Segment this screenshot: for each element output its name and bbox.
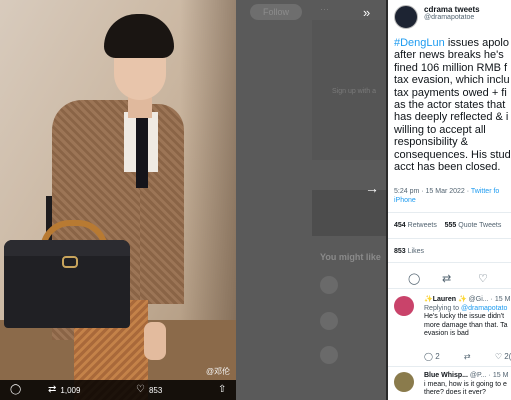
bg-person-avatar	[320, 276, 338, 294]
bg-signup-text: Sign up with a	[332, 88, 376, 95]
tweet-text: #DengLun issues apolo after news breaks …	[394, 37, 511, 173]
reply-author-handle[interactable]: @P... · 15 M	[470, 372, 509, 379]
quotes-label: Quote Tweets	[458, 222, 502, 229]
retweets-label: Retweets	[407, 222, 437, 229]
media-retweet-button[interactable]: ⇄ 1,009	[48, 385, 80, 395]
media-action-bar: ◯ ⇄ 1,009 ♡ 853 ⇧	[0, 380, 236, 400]
arrow-right-icon: →	[365, 180, 379, 196]
tweet-author[interactable]: cdrama tweets @dramapotatoe	[394, 5, 480, 29]
reply-actions: ◯ 2 ⇄ ♡ 2(	[424, 352, 511, 361]
bg-more-icon: ⋯	[320, 4, 329, 14]
retweets-count: 454	[394, 222, 406, 229]
reply-text: i mean, how is it going to e there? does…	[424, 380, 507, 397]
retweet-quote-stats: 454 Retweets 555 Quote Tweets	[394, 222, 501, 229]
bg-follow-button: Follow	[250, 4, 302, 20]
tweet-text-body: after news breaks he's fined 106 million…	[394, 49, 511, 174]
media-like-count: 853	[148, 385, 163, 395]
media-photo[interactable]: @邓伦	[0, 0, 236, 400]
divider	[388, 366, 511, 367]
reply-text: He's lucky the issue didn't more damage …	[424, 313, 508, 338]
photo-bag-flap	[4, 240, 130, 256]
reply-icon: ◯	[10, 384, 22, 395]
reply-body: Blue Whisp... @P... · 15 M i mean, how i…	[424, 372, 511, 398]
collapse-panel-button[interactable]: »	[363, 5, 370, 20]
retweet-icon: ⇄	[48, 384, 57, 395]
tweet-timestamp[interactable]: 5:24 pm · 15 Mar 2022 ·	[394, 188, 471, 195]
heart-icon[interactable]: ♡	[495, 352, 502, 361]
bg-you-might-like: You might like	[320, 252, 381, 262]
likes-count: 853	[394, 248, 406, 255]
reply-reply-count: 2	[435, 352, 440, 361]
tweet-meta: 5:24 pm · 15 Mar 2022 · Twitter fo iPhon…	[394, 187, 511, 205]
reply-avatar[interactable]	[394, 296, 414, 316]
quotes-stat[interactable]: 555 Quote Tweets	[445, 222, 502, 229]
reply-icon[interactable]: ◯	[408, 272, 420, 285]
replying-to-prefix: Replying to	[424, 304, 461, 312]
divider	[388, 238, 511, 239]
heart-icon: ♡	[136, 384, 145, 395]
photo-tie	[136, 118, 148, 188]
reply-avatar[interactable]	[394, 372, 414, 392]
background-page: Follow ⋯ Sign up with a You might like	[236, 0, 386, 400]
retweets-stat[interactable]: 454 Retweets	[394, 222, 437, 229]
divider	[388, 262, 511, 263]
photo-bag-logo	[62, 256, 78, 268]
next-image-button[interactable]: →	[362, 178, 382, 198]
tweet-source[interactable]: Twitter fo	[471, 188, 499, 195]
reply-like-count: 2(	[504, 352, 511, 361]
divider	[388, 212, 511, 213]
bg-person-avatar	[320, 312, 338, 330]
media-reply-button[interactable]: ◯	[10, 385, 21, 395]
media-like-button[interactable]: ♡ 853	[136, 385, 162, 395]
replying-to: Replying to @dramapotato	[424, 305, 507, 312]
photo-watermark: @邓伦	[206, 367, 231, 376]
replying-to-handle[interactable]: @dramapotato	[461, 305, 507, 312]
heart-icon[interactable]: ♡	[478, 272, 488, 285]
reply-author-name[interactable]: ✨Lauren ✨	[424, 296, 467, 303]
reply-author-name[interactable]: Blue Whisp...	[424, 372, 468, 379]
likes-label: Likes	[407, 248, 424, 255]
retweet-icon[interactable]: ⇄	[442, 272, 451, 285]
tweet-source-line2[interactable]: iPhone	[394, 197, 416, 204]
author-handle[interactable]: @dramapotatoe	[424, 14, 480, 21]
share-icon: ⇧	[218, 384, 227, 395]
tweet-panel: cdrama tweets @dramapotatoe #DengLun iss…	[388, 0, 511, 400]
media-share-button[interactable]: ⇧	[218, 385, 226, 395]
hashtag-link[interactable]: #DengLun	[394, 37, 445, 49]
likes-stat[interactable]: 853 Likes	[394, 248, 424, 255]
reply-body: ✨Lauren ✨ @Gi... · 15 M Replying to @dra…	[424, 296, 511, 339]
media-retweet-count: 1,009	[60, 385, 81, 395]
photo-hand	[144, 322, 166, 360]
author-avatar[interactable]	[394, 5, 418, 29]
retweet-icon[interactable]: ⇄	[464, 352, 471, 361]
author-name[interactable]: cdrama tweets	[424, 5, 480, 14]
bg-person-avatar	[320, 346, 338, 364]
tweet-text-first-line: issues apolo	[444, 37, 509, 49]
reply-icon[interactable]: ◯	[424, 352, 433, 361]
reply-author-handle[interactable]: @Gi... · 15 M	[469, 296, 511, 303]
quotes-count: 555	[444, 222, 457, 229]
divider	[388, 288, 511, 289]
